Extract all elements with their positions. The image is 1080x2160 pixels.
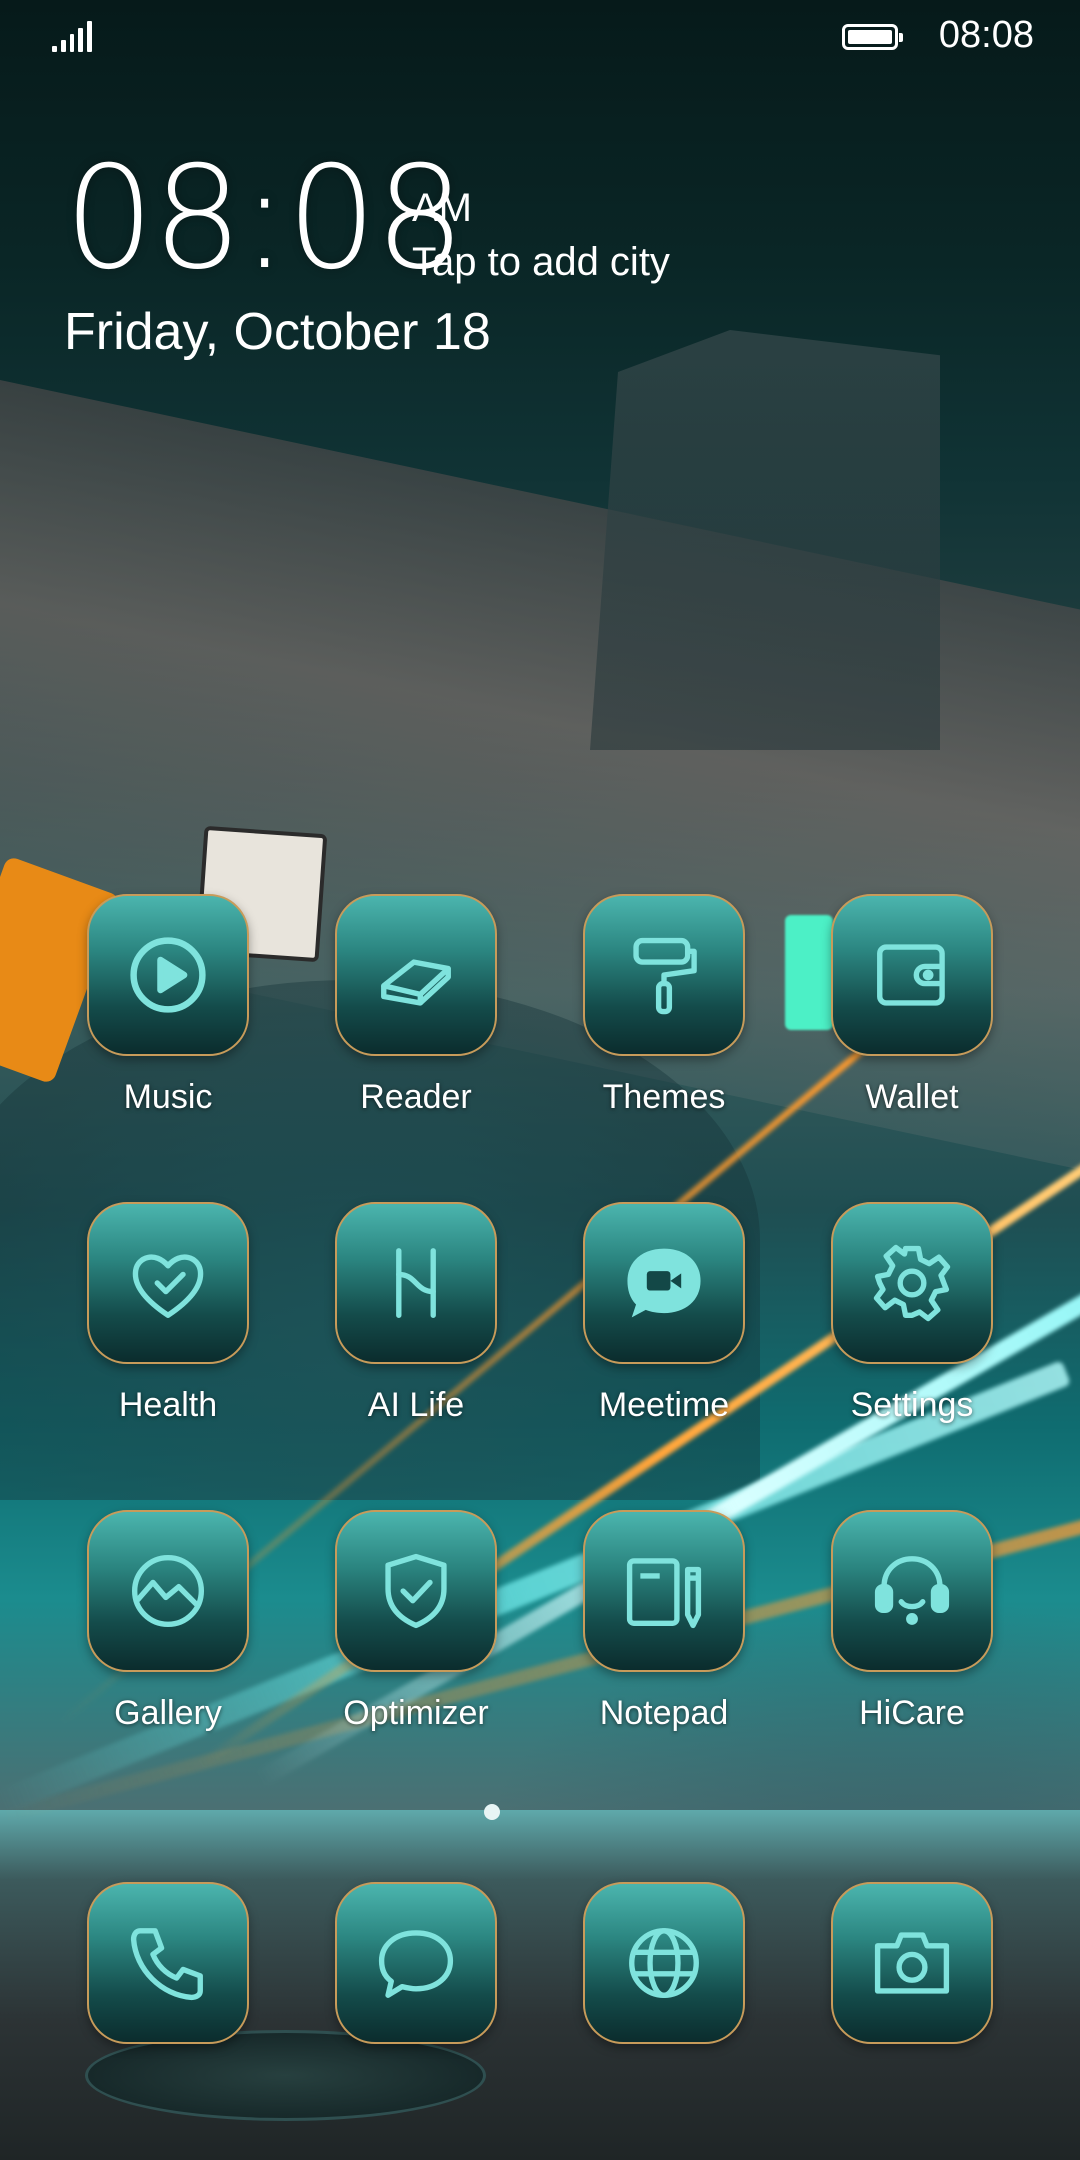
gallery-icon[interactable]: [87, 1510, 249, 1672]
app-label: Settings: [850, 1386, 974, 1424]
app-label: Meetime: [598, 1386, 730, 1424]
dock-phone[interactable]: [68, 1882, 268, 2044]
app-label: Notepad: [599, 1694, 729, 1732]
app-label: Music: [123, 1078, 213, 1116]
app-hicare[interactable]: HiCare: [812, 1510, 1012, 1733]
app-label: Health: [118, 1386, 218, 1424]
signal-icon: [52, 20, 92, 52]
message-icon[interactable]: [335, 1882, 497, 2044]
app-label: HiCare: [859, 1694, 965, 1732]
heart-check-icon[interactable]: [87, 1202, 249, 1364]
gear-icon[interactable]: [831, 1202, 993, 1364]
app-label: Optimizer: [343, 1694, 489, 1732]
app-label: Gallery: [114, 1694, 222, 1732]
app-health[interactable]: Health: [68, 1202, 268, 1425]
headset-icon[interactable]: [831, 1510, 993, 1672]
status-time: 08:08: [938, 14, 1034, 56]
dock-messages[interactable]: [316, 1882, 516, 2044]
phone-icon[interactable]: [87, 1882, 249, 2044]
browser-globe-icon[interactable]: [583, 1882, 745, 2044]
dock-browser[interactable]: [564, 1882, 764, 2044]
clock-time[interactable]: 08:08: [64, 148, 465, 290]
app-settings[interactable]: Settings: [812, 1202, 1012, 1425]
app-wallet[interactable]: Wallet: [812, 894, 1012, 1117]
status-bar: 08:08: [0, 0, 1080, 72]
app-label: Themes: [602, 1078, 726, 1116]
app-label: AI Life: [367, 1386, 465, 1424]
app-notepad[interactable]: Notepad: [564, 1510, 764, 1733]
app-ai-life[interactable]: AI Life: [316, 1202, 516, 1425]
book-icon[interactable]: [335, 894, 497, 1056]
app-optimizer[interactable]: Optimizer: [316, 1510, 516, 1733]
shield-check-icon[interactable]: [335, 1510, 497, 1672]
camera-icon[interactable]: [831, 1882, 993, 2044]
notepad-icon[interactable]: [583, 1510, 745, 1672]
wallet-icon[interactable]: [831, 894, 993, 1056]
app-label: Reader: [360, 1078, 472, 1116]
battery-full-icon: [842, 24, 903, 50]
clock-date[interactable]: Friday, October 18: [64, 302, 491, 362]
play-circle-icon[interactable]: [87, 894, 249, 1056]
video-chat-icon[interactable]: [583, 1202, 745, 1364]
app-meetime[interactable]: Meetime: [564, 1202, 764, 1425]
app-gallery[interactable]: Gallery: [68, 1510, 268, 1733]
page-indicator-dot[interactable]: [484, 1804, 500, 1820]
app-music[interactable]: Music: [68, 894, 268, 1117]
app-label: Wallet: [865, 1078, 959, 1116]
dock-camera[interactable]: [812, 1882, 1012, 2044]
ai-life-icon[interactable]: [335, 1202, 497, 1364]
add-city-link[interactable]: Tap to add city: [412, 240, 670, 285]
paint-roller-icon[interactable]: [583, 894, 745, 1056]
app-themes[interactable]: Themes: [564, 894, 764, 1117]
clock-ampm: AM: [412, 186, 472, 230]
app-reader[interactable]: Reader: [316, 894, 516, 1117]
wallpaper-tower: [590, 330, 940, 750]
